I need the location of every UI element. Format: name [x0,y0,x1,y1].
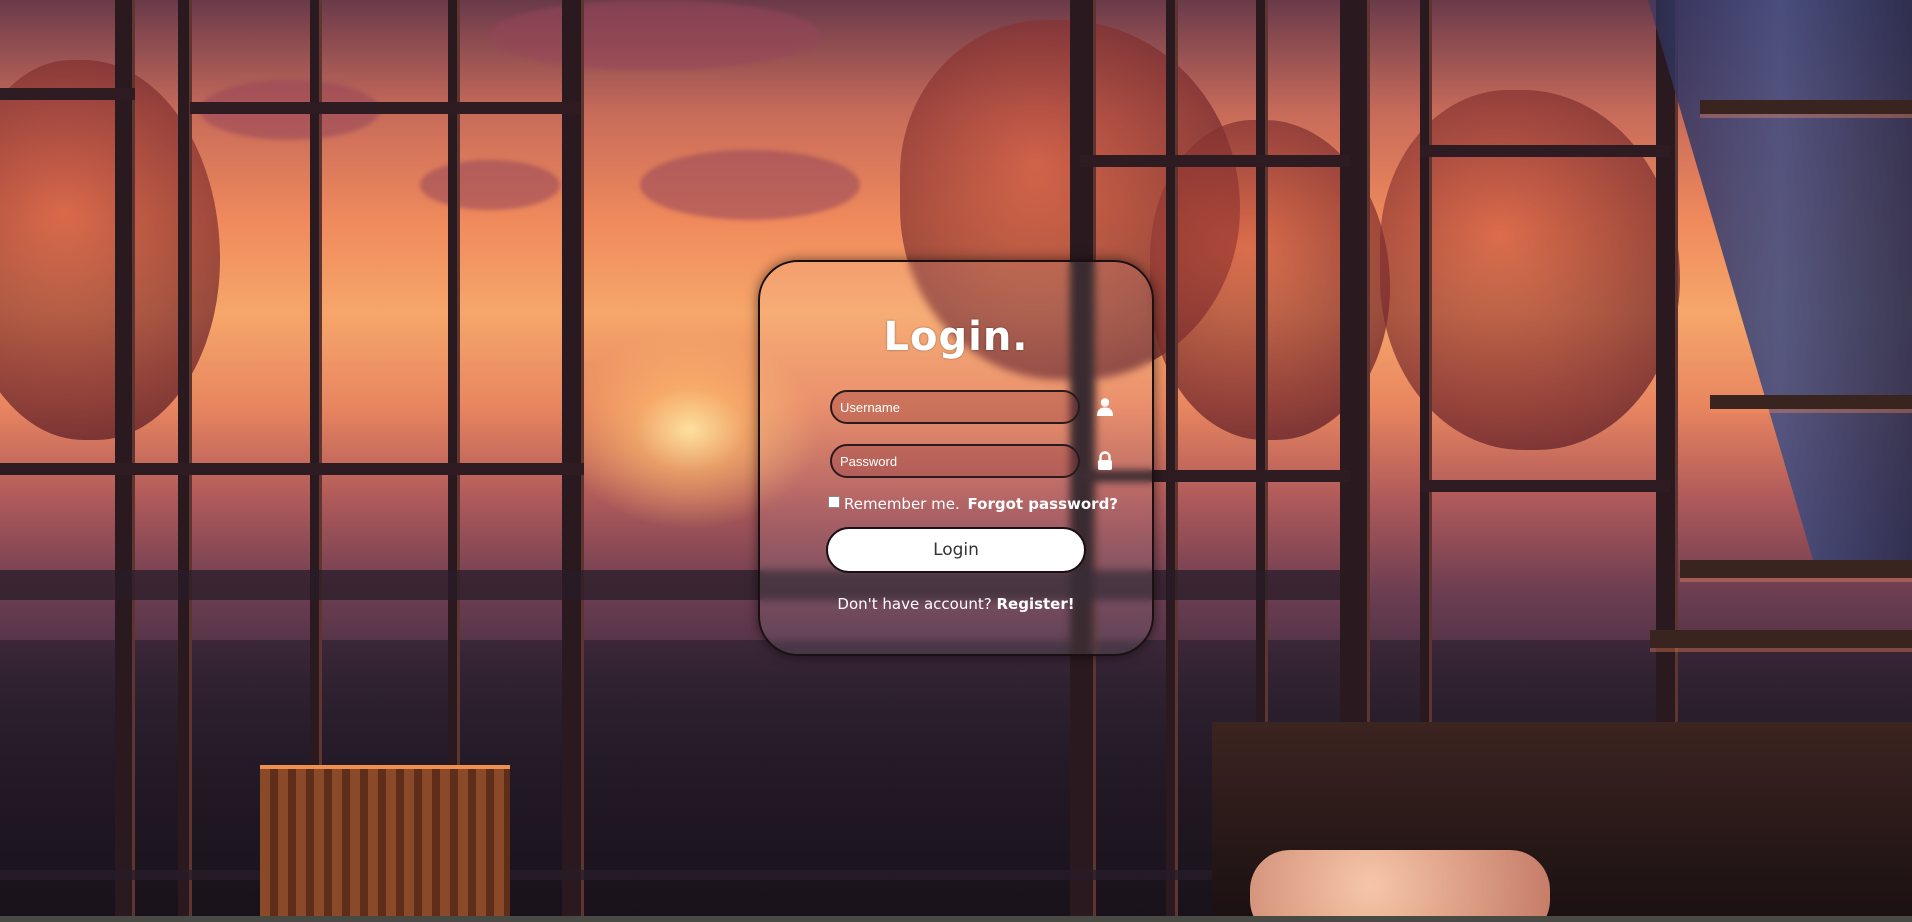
cloud [640,150,860,220]
window-frame [448,0,460,820]
background-scene: Login. Remember me. Forgot password? Log… [0,0,1912,922]
register-row: Don't have account? Register! [760,595,1152,613]
username-input[interactable] [830,390,1080,424]
shelf [1710,395,1912,409]
login-card: Login. Remember me. Forgot password? Log… [758,260,1154,656]
window-frame [1420,480,1670,492]
password-row [830,444,1120,478]
pillow [1250,850,1550,922]
window-frame [190,102,580,114]
window-frame [1166,0,1178,922]
user-icon [1097,398,1113,416]
forgot-password-link[interactable]: Forgot password? [968,495,1119,513]
cloud [420,160,560,210]
username-row [830,390,1120,424]
window-frame [1080,155,1350,167]
lock-icon [1098,451,1112,470]
balcony-rail [0,870,1230,880]
stair [1680,560,1912,578]
stair [1650,630,1912,648]
remember-row: Remember me. Forgot password? [828,495,1118,513]
window-frame [1420,145,1670,157]
register-prompt: Don't have account? [837,595,992,613]
window-frame [562,0,584,922]
remember-checkbox[interactable] [828,496,840,508]
shelf [1700,100,1912,114]
remember-label: Remember me. [844,495,960,513]
window-frame [115,0,135,922]
login-button[interactable]: Login [826,527,1086,573]
password-input[interactable] [830,444,1080,478]
register-link[interactable]: Register! [996,595,1074,613]
basket [260,765,510,922]
login-title: Login. [883,314,1029,360]
window-frame [178,0,192,922]
cloud [490,0,820,70]
window-frame [0,88,135,100]
window-frame [310,0,322,820]
window-frame [0,463,584,475]
bottom-strip [0,916,1912,922]
